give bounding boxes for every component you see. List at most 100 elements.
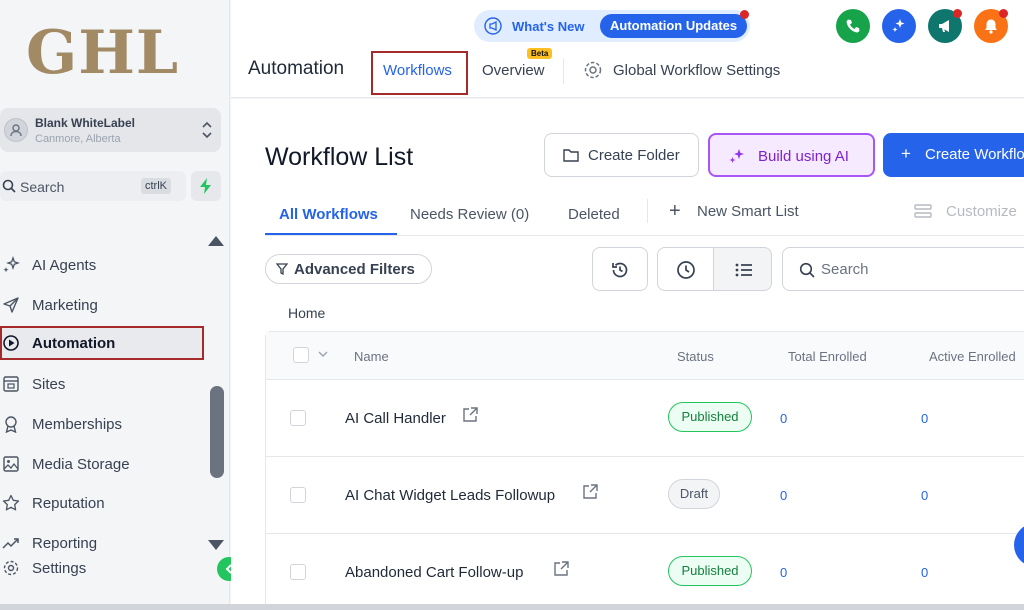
main-content: Workflow List Create Folder Build using …	[231, 99, 1024, 605]
total-enrolled-count[interactable]: 0	[780, 488, 787, 503]
search-input[interactable]	[821, 259, 1021, 279]
phone-button[interactable]	[836, 9, 870, 43]
send-icon	[3, 297, 19, 313]
sparkles-icon	[892, 19, 905, 32]
column-header-status[interactable]: Status	[677, 349, 714, 364]
columns-icon	[914, 204, 932, 218]
row-checkbox[interactable]	[290, 410, 306, 426]
row-checkbox[interactable]	[290, 487, 306, 503]
star-icon	[2, 494, 20, 511]
beta-badge: Beta	[527, 48, 553, 59]
lightning-icon	[200, 178, 211, 194]
notifications-button[interactable]	[974, 9, 1008, 43]
chevron-updown-icon	[202, 121, 212, 139]
row-checkbox[interactable]	[290, 564, 306, 580]
account-name: Blank WhiteLabel	[35, 116, 136, 130]
gear-icon	[3, 560, 19, 576]
column-header-name[interactable]: Name	[354, 349, 389, 364]
sidebar-item-reputation[interactable]: Reputation	[0, 486, 204, 520]
account-location: Canmore, Alberta	[35, 133, 121, 145]
filter-icon	[276, 263, 288, 275]
create-folder-button[interactable]: Create Folder	[544, 133, 699, 177]
trend-icon	[2, 538, 19, 549]
external-link-icon[interactable]	[582, 484, 598, 500]
workflow-name[interactable]: AI Call Handler	[345, 410, 446, 427]
workflow-search[interactable]	[782, 247, 1024, 291]
notification-dot	[999, 9, 1008, 18]
sidebar-search[interactable]: Search ctrlK	[0, 171, 186, 201]
workflow-name[interactable]: AI Chat Widget Leads Followup	[345, 487, 555, 504]
button-label: New Smart List	[697, 203, 799, 220]
column-header-active-enrolled[interactable]: Active Enrolled	[929, 349, 1016, 364]
list-view-button[interactable]	[713, 247, 772, 291]
announcements-button[interactable]	[928, 9, 962, 43]
top-header: What's New Automation Updates Automation…	[231, 0, 1024, 98]
shortcut-badge: ctrlK	[141, 178, 171, 194]
whats-new-banner[interactable]: What's New Automation Updates	[474, 10, 750, 42]
tab-overview[interactable]: Overview	[482, 62, 545, 79]
sparkles-icon	[729, 149, 744, 163]
tab-needs-review[interactable]: Needs Review (0)	[410, 206, 529, 223]
notification-dot	[740, 10, 749, 19]
divider	[563, 58, 564, 84]
sidebar-item-label: Marketing	[32, 297, 98, 314]
breadcrumb[interactable]: Home	[288, 305, 325, 321]
sidebar-item-label: Settings	[32, 560, 87, 577]
image-icon	[3, 456, 19, 472]
button-label: Create Workflow	[925, 146, 1024, 163]
external-link-icon[interactable]	[462, 407, 478, 423]
award-icon	[5, 416, 17, 433]
notification-dot	[953, 9, 962, 18]
active-enrolled-count[interactable]: 0	[921, 411, 928, 426]
external-link-icon[interactable]	[553, 561, 569, 577]
sidebar-item-media-storage[interactable]: Media Storage	[0, 447, 204, 481]
chevron-down-icon[interactable]	[318, 351, 328, 357]
search-icon	[2, 179, 16, 193]
sidebar-item-label: Memberships	[32, 416, 123, 433]
table-row[interactable]: AI Call Handler Published 0 0	[266, 380, 1024, 457]
advanced-filters-button[interactable]: Advanced Filters	[265, 254, 432, 284]
select-all-checkbox[interactable]	[293, 347, 309, 363]
button-label: Customize	[946, 203, 1017, 220]
sidebar-item-ai-agents[interactable]: AI Agents	[0, 248, 204, 282]
scroll-down-arrow[interactable]	[208, 540, 224, 550]
tab-deleted[interactable]: Deleted	[568, 206, 620, 223]
sidebar-item-memberships[interactable]: Memberships	[0, 407, 204, 441]
table-row[interactable]: Abandoned Cart Follow-up Published 0 0	[266, 534, 1024, 605]
timeline-view-button[interactable]	[657, 247, 714, 291]
sidebar-item-automation[interactable]: Automation	[0, 326, 204, 360]
automation-updates-pill[interactable]: Automation Updates	[600, 14, 748, 38]
sidebar-search-label: Search	[20, 179, 65, 195]
workflow-name[interactable]: Abandoned Cart Follow-up	[345, 564, 523, 581]
total-enrolled-count[interactable]: 0	[780, 411, 787, 426]
ai-assistant-button[interactable]	[882, 9, 916, 43]
sidebar-item-marketing[interactable]: Marketing	[0, 288, 204, 322]
account-switcher[interactable]: Blank WhiteLabel Canmore, Alberta	[0, 108, 221, 152]
history-button[interactable]	[592, 247, 648, 291]
table-header: Name Status Total Enrolled Active Enroll…	[266, 332, 1024, 380]
active-enrolled-count[interactable]: 0	[921, 488, 928, 503]
table-row[interactable]: AI Chat Widget Leads Followup Draft 0 0	[266, 457, 1024, 534]
scroll-up-arrow[interactable]	[208, 236, 224, 246]
divider	[647, 199, 648, 223]
bell-icon	[985, 19, 997, 34]
megaphone-icon	[939, 20, 949, 32]
sparkles-icon	[3, 256, 20, 273]
active-enrolled-count[interactable]: 0	[921, 565, 928, 580]
sidebar-scrollbar[interactable]	[210, 386, 224, 478]
sidebar-item-sites[interactable]: Sites	[0, 367, 204, 401]
sidebar-item-label: Automation	[32, 335, 116, 352]
brand-logo[interactable]: GHL	[26, 18, 179, 88]
sidebar: GHL Blank WhiteLabel Canmore, Alberta Se…	[0, 0, 241, 604]
total-enrolled-count[interactable]: 0	[780, 565, 787, 580]
megaphone-icon	[484, 17, 502, 35]
tab-workflows[interactable]: Workflows	[383, 62, 452, 79]
tab-all-workflows[interactable]: All Workflows	[279, 206, 378, 223]
automation-icon	[3, 335, 19, 351]
sidebar-item-label: Media Storage	[32, 456, 130, 473]
build-using-ai-button[interactable]: Build using AI	[708, 133, 875, 177]
sidebar-item-settings[interactable]: Settings	[0, 551, 204, 585]
column-header-total-enrolled[interactable]: Total Enrolled	[788, 349, 867, 364]
quick-actions-button[interactable]	[191, 171, 221, 201]
create-workflow-button[interactable]: + Create Workflow	[883, 133, 1024, 177]
